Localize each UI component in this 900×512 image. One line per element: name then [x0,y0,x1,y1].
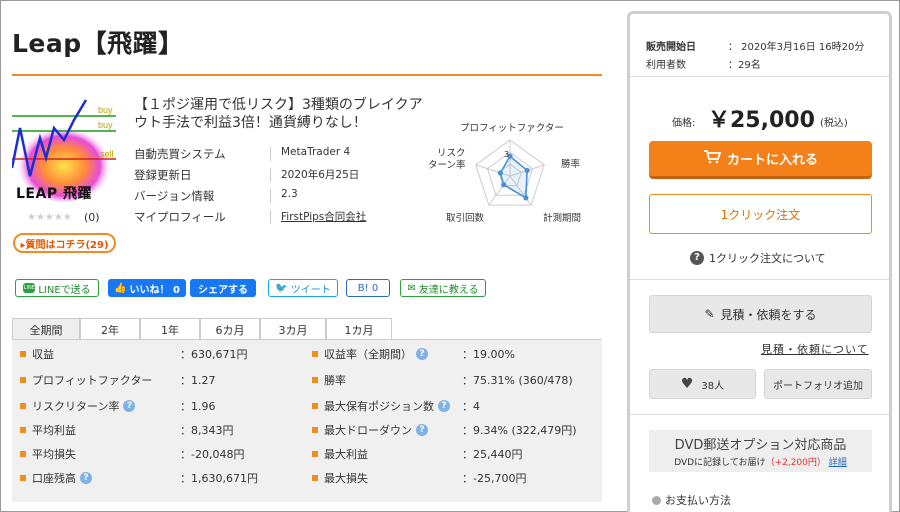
dvd-detail-link[interactable]: 詳細 [829,458,847,468]
stat-avg-profit: 平均利益 ：8,343円 [20,418,310,442]
thumbs-up-icon: 👍 [114,282,127,294]
users-row: 利用者数 ：29名 [646,60,761,71]
info-value: 2020年6月25日 [281,169,360,181]
help-icon[interactable]: ? [416,424,428,436]
stat-max-positions: 最大保有ポジション数 ? ：4 [312,394,602,418]
help-icon[interactable]: ? [80,472,92,484]
twitter-bird-icon: 🐦 [275,282,288,294]
pencil-icon: ✎ [704,307,715,321]
info-row-profile: マイプロフィール FirstPips合同会社 [134,209,424,229]
favorite-button[interactable]: ♥ 38人 [649,369,756,399]
help-icon[interactable]: ? [438,400,450,412]
tab-1y[interactable]: 1年 [140,318,200,340]
line-share-button[interactable]: LINE LINEで送る [15,279,99,297]
product-headline: 【１ポジ運用で低リスク】3種類のブレイクアウト手法で利益3倍！通貨縛りなし！ [134,97,423,131]
dvd-option-box: DVD郵送オプション対応商品 DVDに記録してお届け（+2,200円） 詳細 [649,430,872,472]
tax-label: (税込) [820,118,848,129]
tab-all[interactable]: 全期間 [12,318,80,340]
request-quote-button[interactable]: ✎ 見積・依頼をする [649,295,872,333]
quote-info-link[interactable]: 見積・依頼について [761,341,869,357]
rating-stars: ★★★★★ [27,212,72,223]
heart-icon: ♥ [680,376,694,392]
thumb-buy-label-1: buy [98,105,113,115]
mail-icon: ✉ [407,282,416,294]
stat-balance: 口座残高 ? ：1,630,671円 [20,466,310,490]
info-row-system: 自動売買システム MetaTrader 4 [134,146,424,166]
radar-scale-label: 3 [504,150,509,159]
info-key: 自動売買システム [134,147,226,161]
stat-profit-factor: プロフィットファクター ：1.27 [20,368,310,392]
one-click-order-button[interactable]: 1クリック注文 [649,194,872,234]
line-icon: LINE [23,283,36,293]
info-row-version: バージョン情報 2.3 [134,188,424,208]
performance-stats: 収益 ：630,671円 プロフィットファクター ：1.27 リスクリターン率 … [12,340,602,502]
stat-max-profit: 最大利益 ：25,440円 [312,442,602,466]
price: ￥25,000 [708,108,815,133]
thumb-buy-label-2: buy [98,120,113,130]
stat-avg-loss: 平均損失 ：-20,048円 [20,442,310,466]
profile-link[interactable]: FirstPips合同会社 [281,209,366,224]
cart-icon [703,149,722,168]
dvd-title: DVD郵送オプション対応商品 [674,438,847,453]
stat-max-drawdown: 最大ドローダウン ? ：9.34% (322,479円) [312,418,602,442]
info-key: 登録更新日 [134,168,192,182]
product-logo-text: LEAP 飛躍 [16,186,92,202]
thumb-sell-label: sell [100,149,114,159]
tweet-button[interactable]: 🐦 ツイート [268,279,338,297]
payment-methods-heading: お支払い方法 [652,492,731,508]
bullet-icon [652,495,661,505]
tab-1m[interactable]: 1カ月 [326,318,392,340]
add-to-cart-button[interactable]: カートに入れる [649,141,872,179]
help-icon[interactable]: ? [416,348,428,360]
info-value: MetaTrader 4 [281,146,351,158]
purchase-panel: 販売開始日： 2020年3月16日 16時20分 利用者数 ：29名 価格: ￥2… [627,11,892,512]
radar-point [501,182,507,188]
stat-risk-return: リスクリターン率 ? ：1.96 [20,394,310,418]
stat-win-rate: 勝率 ：75.31% (360/478) [312,368,602,392]
radar-point [524,167,530,174]
stat-max-loss: 最大損失 ：-25,700円 [312,466,602,490]
help-icon[interactable]: ? [123,400,136,412]
hatena-bookmark-button[interactable]: B! 0 [346,279,390,297]
one-click-help-link[interactable]: ? 1クリック注文について [690,250,826,266]
radar-point [523,195,529,201]
sale-start-row: 販売開始日： 2020年3月16日 16時20分 [646,42,865,53]
dvd-subtitle: DVDに記録してお届け（+2,200円） 詳細 [674,458,847,468]
qa-button[interactable]: ▸質問はコチラ(29) [13,233,116,253]
info-key: バージョン情報 [134,189,215,203]
radar-plot: 3 [475,139,545,206]
stat-return-rate: 収益率（全期間） ? ：19.00% [312,342,602,366]
price-label: 価格: [672,118,696,129]
question-icon: ? [690,251,704,265]
facebook-like-button[interactable]: 👍 いいね！ 0 [108,279,186,297]
radar-point [497,170,504,176]
add-portfolio-button[interactable]: ポートフォリオ追加 [764,369,872,399]
radar-series [499,154,528,200]
review-count: (0) [84,211,100,224]
info-value: 2.3 [281,188,298,200]
title-divider [12,74,602,76]
page-title: Leap【飛躍】 [12,29,184,58]
stat-profit: 収益 ：630,671円 [20,342,310,366]
radar-chart: プロフィットファクター 勝率 計測期間 取引回数 リスク ターン率 3 [418,118,598,230]
tab-6m[interactable]: 6カ月 [200,318,260,340]
tell-friend-button[interactable]: ✉ 友達に教える [400,279,486,297]
info-key: マイプロフィール [134,210,226,224]
tab-2y[interactable]: 2年 [80,318,140,340]
info-row-updated: 登録更新日 2020年6月25日 [134,167,424,187]
tab-3m[interactable]: 3カ月 [260,318,326,340]
facebook-share-button[interactable]: シェアする [190,279,256,297]
